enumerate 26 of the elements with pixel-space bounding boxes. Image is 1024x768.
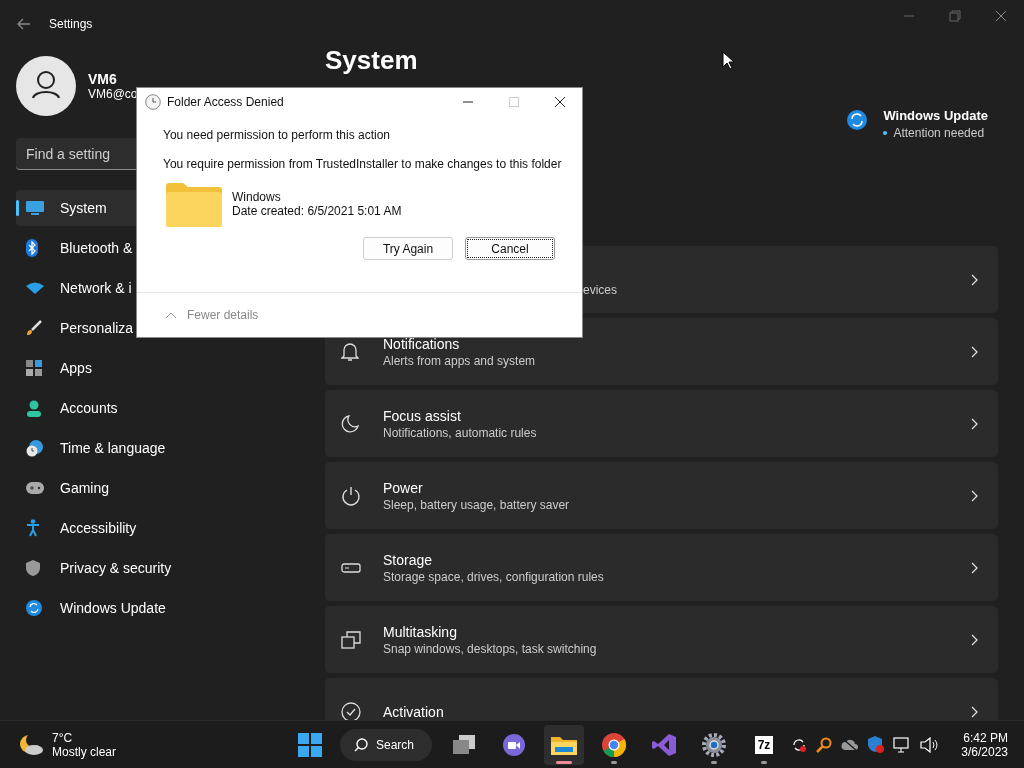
card-title: Storage xyxy=(383,551,434,568)
page-title: System xyxy=(325,44,418,76)
card-subtitle: Snap windows, desktops, task switching xyxy=(383,641,598,656)
card-title: Notifications xyxy=(383,335,461,352)
dialog-message: You need permission to perform this action xyxy=(163,128,391,142)
card-title: Activation xyxy=(383,703,445,720)
card-subtitle: evices xyxy=(583,282,618,297)
card-subtitle: Sleep, battery usage, battery saver xyxy=(383,497,571,512)
card-subtitle: Notifications, automatic rules xyxy=(383,425,538,440)
update-title: Windows Update xyxy=(883,108,988,123)
card-subtitle: Storage space, drives, configuration rules xyxy=(383,569,605,584)
window-title: Settings xyxy=(49,17,93,31)
dialog-detail: You require permission from TrustedInstaller to make changes to this folder xyxy=(163,157,563,171)
card-title: Multitasking xyxy=(383,623,458,640)
card-title: Power xyxy=(383,479,424,496)
account-email: VM6@co xyxy=(88,87,138,101)
archive-app-logo: 7z xyxy=(754,735,774,754)
account-name: VM6 xyxy=(88,71,118,87)
card-title: Focus assist xyxy=(383,407,462,424)
weather-condition: Mostly clear xyxy=(52,744,116,759)
update-status: Attention needed xyxy=(883,126,988,140)
dialog-title: Folder Access Denied xyxy=(167,95,284,109)
folder-name: Windows xyxy=(232,190,282,204)
folder-date: Date created: 6/5/2021 5:01 AM xyxy=(232,204,402,218)
weather-temperature: 7°C xyxy=(52,730,74,745)
card-subtitle: Alerts from apps and system xyxy=(383,353,537,368)
